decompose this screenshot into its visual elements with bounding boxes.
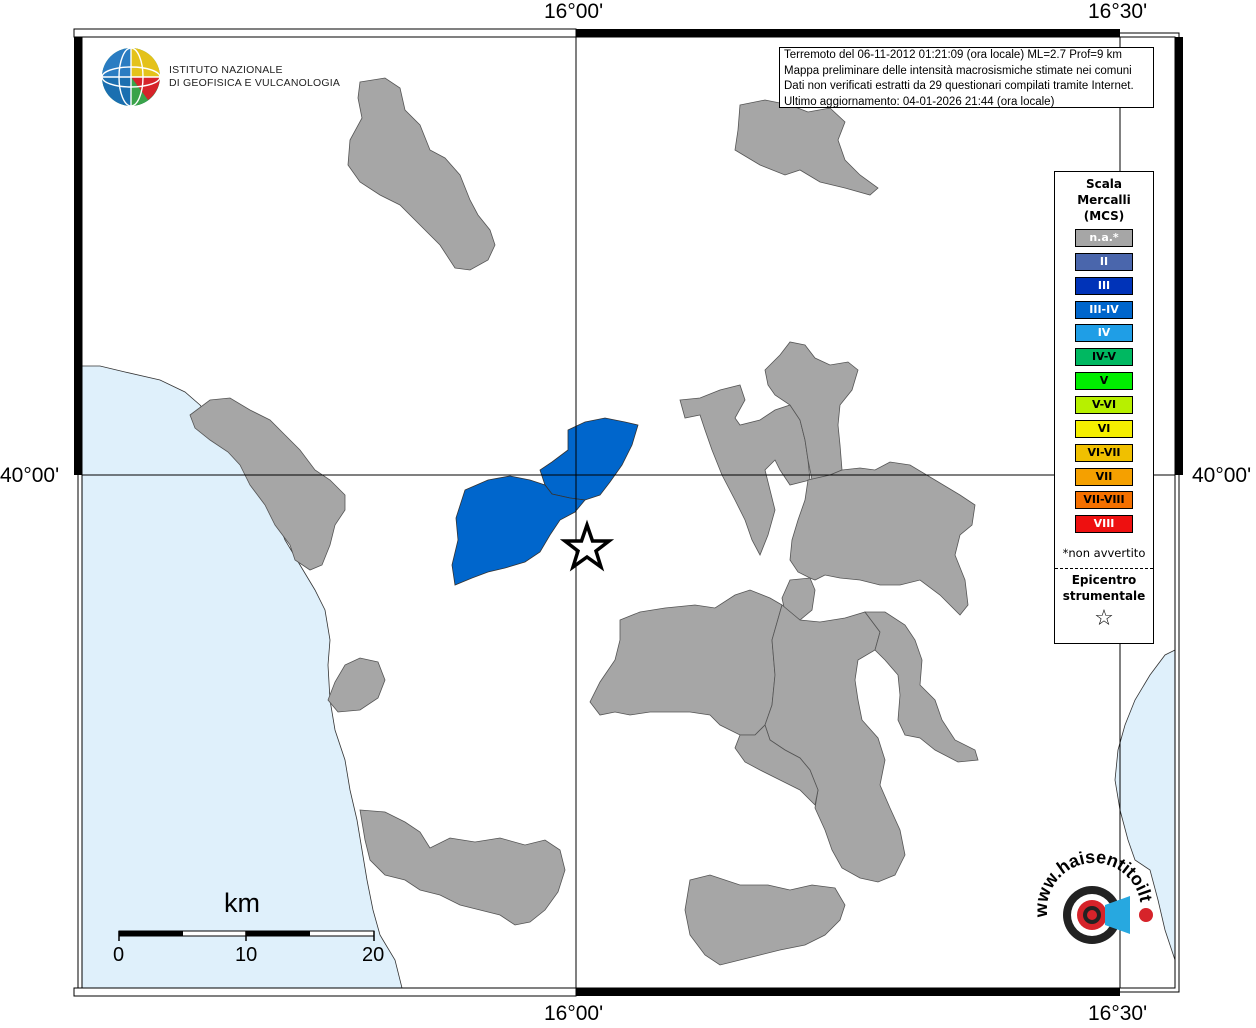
frame-bar-top-white: [73, 28, 577, 38]
ingv-line-1: ISTITUTO NAZIONALE: [169, 64, 283, 76]
legend-star-icon: ☆: [1094, 606, 1114, 631]
frame-bar-bottom: [576, 988, 1120, 996]
frame-bar-top: [576, 29, 1120, 37]
legend-item-iii-iv: III-IV: [1075, 300, 1133, 319]
ingv-line-2: DI GEOFISICA E VULCANOLOGIA: [169, 77, 341, 89]
legend-item-vii: VII: [1075, 467, 1133, 486]
legend-title: Scala Mercalli (MCS): [1055, 176, 1153, 224]
legend-item-v: V: [1075, 372, 1133, 391]
legend-epicentre-line-2: strumentale: [1062, 589, 1146, 603]
scale-unit: km: [224, 888, 260, 918]
lon-label-top-16-30: 16°30': [1088, 0, 1148, 23]
legend-item-vii-viii: VII-VIII: [1075, 491, 1133, 510]
lon-label-bottom-16-00: 16°00': [544, 1002, 604, 1025]
legend-title-line-3: (MCS): [1083, 209, 1125, 223]
info-line-2: Mappa preliminare delle intensità macros…: [784, 64, 1132, 77]
lat-label-left-40-00: 40°00': [0, 464, 60, 487]
info-line-4: Ultimo aggiornamento: 04-01-2026 21:44 (…: [784, 95, 1055, 108]
lat-label-right-40-00: 40°00': [1192, 464, 1252, 487]
legend-item-ii: II: [1075, 252, 1133, 271]
info-line-1: Terremoto del 06-11-2012 01:21:09 (ora l…: [784, 49, 1122, 61]
legend-item-iv-v: IV-V: [1075, 348, 1133, 367]
legend-item-vi: VI: [1075, 419, 1133, 438]
info-line-3: Dati non verificati estratti da 29 quest…: [784, 80, 1134, 92]
event-info-box: Terremoto del 06-11-2012 01:21:09 (ora l…: [779, 47, 1154, 108]
scale-tick-0: 0: [113, 944, 125, 966]
legend-item-v-vi: V-VI: [1075, 395, 1133, 414]
lon-label-bottom-16-30: 16°30': [1088, 1002, 1148, 1025]
lon-label-top-16-00: 16°00': [544, 0, 604, 23]
legend-epicentre-line-1: Epicentro: [1071, 573, 1137, 587]
legend-separator: [1055, 568, 1153, 569]
legend-item-n-a-: n.a.*: [1075, 229, 1133, 247]
ingv-logo-icon: [101, 47, 161, 107]
legend-epicentre: Epicentro strumentale ☆: [1055, 572, 1153, 632]
mcs-legend: Scala Mercalli (MCS) n.a.* II III III-IV IV I…: [1054, 171, 1154, 644]
frame-bar-right: [1175, 37, 1183, 475]
scale-tick-20: 20: [362, 944, 385, 966]
ingv-logo-text: ISTITUTO NAZIONALE DI GEOFISICA E VULCAN…: [169, 64, 340, 90]
legend-note: *non avvertito: [1062, 546, 1146, 560]
frame-bar-bottom-white: [73, 987, 577, 997]
legend-item-vi-vii: VI-VII: [1075, 443, 1133, 462]
legend-item-iii: III: [1075, 276, 1133, 295]
legend-title-line-2: Mercalli: [1077, 193, 1131, 207]
frame-bar-left: [74, 37, 82, 475]
legend-item-viii: VIII: [1075, 515, 1133, 534]
legend-item-iv: IV: [1075, 324, 1133, 343]
scale-tick-10: 10: [235, 944, 258, 966]
intensity-map: www.haisentitoilterremoto.it 16°00' 16°3…: [0, 0, 1256, 1025]
legend-title-line-1: Scala: [1085, 177, 1123, 191]
